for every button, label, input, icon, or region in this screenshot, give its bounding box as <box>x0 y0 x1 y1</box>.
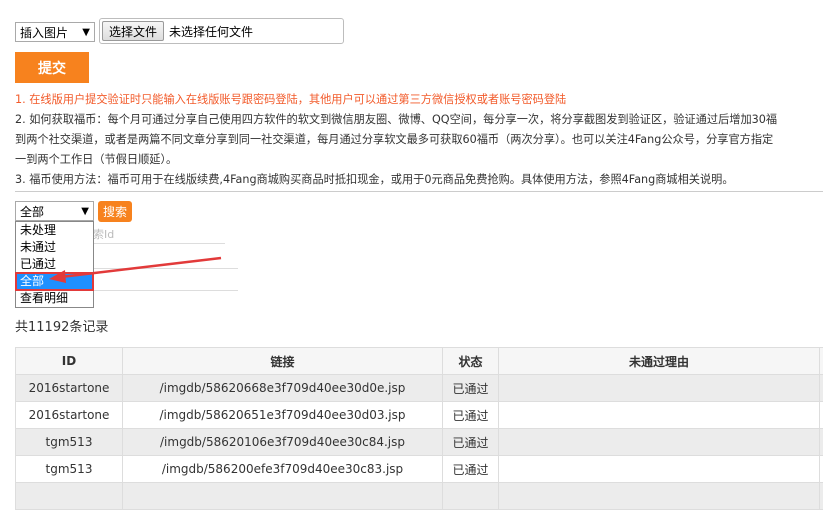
option-view-details[interactable]: 查看明细 <box>16 290 93 307</box>
cell-reason <box>499 402 820 429</box>
annotation-arrow-icon <box>45 255 225 285</box>
cell-link[interactable]: /imgdb/58620668e3f709d40ee30d0e.jsp <box>123 375 443 402</box>
header-status: 状态 <box>443 348 499 375</box>
insert-type-select[interactable]: 插入图片 ▼ <box>15 22 95 42</box>
table-row: tgm513 /imgdb/586200efe3f709d40ee30c83.j… <box>16 456 823 483</box>
note-line-2c: 一到两个工作日（节假日顺延）。 <box>15 150 177 170</box>
cell-reason <box>499 429 820 456</box>
note-line-3: 3. 福币使用方法：福币可用于在线版续费,4Fang商城购买商品时抵扣现金，或用… <box>15 170 734 190</box>
cell-status: 已通过 <box>443 375 499 402</box>
table-row <box>16 483 823 510</box>
search-button[interactable]: 搜索 <box>98 201 132 222</box>
header-id: ID <box>16 348 123 375</box>
cell-status: 已通过 <box>443 429 499 456</box>
records-table: ID 链接 状态 未通过理由 2016startone /imgdb/58620… <box>15 347 823 510</box>
status-filter-value: 全部 <box>20 203 44 220</box>
cell-id: tgm513 <box>16 456 123 483</box>
option-unprocessed[interactable]: 未处理 <box>16 222 93 239</box>
cell-extra <box>820 402 823 429</box>
chevron-down-icon: ▼ <box>81 206 89 217</box>
cell-status: 已通过 <box>443 402 499 429</box>
divider <box>15 191 823 192</box>
record-count: 共11192条记录 <box>15 316 108 335</box>
cell-id: tgm513 <box>16 429 123 456</box>
cell-status: 已通过 <box>443 456 499 483</box>
option-rejected[interactable]: 未通过 <box>16 239 93 256</box>
status-filter-select[interactable]: 全部 ▼ <box>15 201 94 221</box>
table-row: 2016startone /imgdb/58620651e3f709d40ee3… <box>16 402 823 429</box>
choose-file-button[interactable]: 选择文件 <box>102 21 164 41</box>
cell-reason <box>499 456 820 483</box>
cell-id: 2016startone <box>16 375 123 402</box>
cell-link[interactable]: /imgdb/58620106e3f709d40ee30c84.jsp <box>123 429 443 456</box>
insert-type-value: 插入图片 <box>20 24 68 41</box>
search-id-placeholder: 索Id <box>93 228 114 241</box>
cell-extra <box>820 429 823 456</box>
note-line-2b: 到两个社交渠道，或者是两篇不同文章分享到同一社交渠道，每月通过分享软文最多可获取… <box>15 130 773 150</box>
note-line-2a: 2. 如何获取福币：每个月可通过分享自己使用四方软件的软文到微信朋友圈、微博、Q… <box>15 110 777 130</box>
file-input[interactable]: 选择文件 未选择任何文件 <box>99 18 344 44</box>
cell-link[interactable]: /imgdb/58620651e3f709d40ee30d03.jsp <box>123 402 443 429</box>
chevron-down-icon: ▼ <box>82 27 90 38</box>
table-row: 2016startone /imgdb/58620668e3f709d40ee3… <box>16 375 823 402</box>
header-reason: 未通过理由 <box>499 348 820 375</box>
header-extra <box>820 348 823 375</box>
header-link: 链接 <box>123 348 443 375</box>
table-row: tgm513 /imgdb/58620106e3f709d40ee30c84.j… <box>16 429 823 456</box>
cell-extra <box>820 456 823 483</box>
note-line-1: 1. 在线版用户提交验证时只能输入在线版账号跟密码登陆，其他用户可以通过第三方微… <box>15 90 566 110</box>
cell-id: 2016startone <box>16 402 123 429</box>
file-status: 未选择任何文件 <box>169 23 253 40</box>
cell-link[interactable]: /imgdb/586200efe3f709d40ee30c83.jsp <box>123 456 443 483</box>
submit-button[interactable]: 提交 <box>15 52 89 83</box>
cell-reason <box>499 375 820 402</box>
cell-extra <box>820 375 823 402</box>
search-id-input[interactable]: 索Id <box>93 226 225 244</box>
